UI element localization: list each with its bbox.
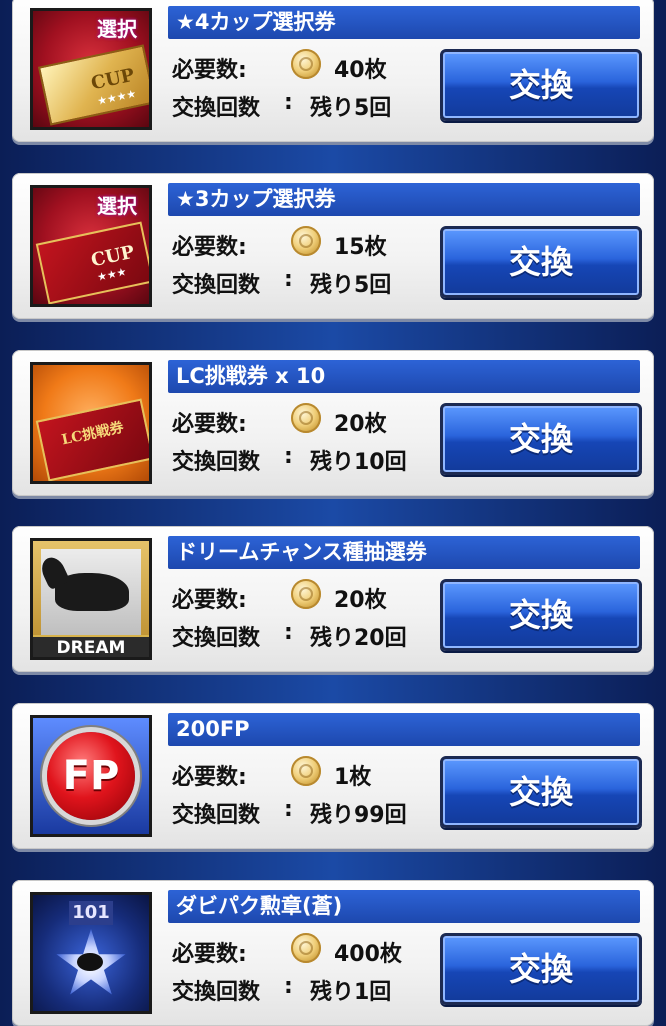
coin-icon — [291, 49, 321, 79]
remaining-count: 残り5回 — [310, 96, 392, 121]
remaining-count: 残り20回 — [310, 626, 407, 651]
fp-icon: FP — [30, 715, 152, 837]
selection-badge: 選択 — [97, 194, 137, 218]
item-title: ダビパク勲章(蒼) — [168, 890, 640, 923]
item-title: ★3カップ選択券 — [168, 183, 640, 216]
required-label: 必要数: — [172, 588, 247, 613]
fp-text: FP — [47, 732, 135, 820]
item-cost: 20枚 — [334, 588, 387, 613]
item-title: ★4カップ選択券 — [168, 6, 640, 39]
required-label: 必要数: — [172, 942, 247, 967]
exchange-item: 101 ダビパク勲章(蒼) 必要数: 400枚 交換回数 : 残り1回 交換 — [12, 880, 654, 1026]
exchange-count-label: 交換回数 — [172, 626, 261, 651]
lc-ticket-icon: LC挑戦券 — [30, 362, 152, 484]
item-cost: 1枚 — [334, 765, 372, 790]
coin-icon — [291, 403, 321, 433]
exchange-item: CUP ★★★★ 選択 ★4カップ選択券 必要数: 40枚 交換回数 : 残り5… — [12, 0, 654, 142]
item-cost: 400枚 — [334, 942, 402, 967]
remaining-count: 残り99回 — [310, 803, 407, 828]
item-title: ドリームチャンス種抽選券 — [168, 536, 640, 569]
exchange-item: DREAM ドリームチャンス種抽選券 必要数: 20枚 交換回数 : 残り20回… — [12, 526, 654, 672]
coin-icon — [291, 933, 321, 963]
required-label: 必要数: — [172, 58, 247, 83]
horse-silhouette — [55, 573, 129, 611]
remaining-count: 残り1回 — [310, 980, 392, 1005]
required-label: 必要数: — [172, 765, 247, 790]
remaining-count: 残り10回 — [310, 450, 407, 475]
medal-ribbon: 101 — [69, 901, 113, 925]
exchange-item: FP 200FP 必要数: 1枚 交換回数 : 残り99回 交換 — [12, 703, 654, 849]
item-title: LC挑戦券 x 10 — [168, 360, 640, 393]
exchange-count-label: 交換回数 — [172, 450, 261, 475]
required-label: 必要数: — [172, 412, 247, 437]
exchange-count-label: 交換回数 — [172, 273, 261, 298]
cup-ticket-icon: CUP ★★★★ 選択 — [30, 8, 152, 130]
exchange-button[interactable]: 交換 — [440, 756, 642, 828]
required-label: 必要数: — [172, 235, 247, 260]
exchange-count-label: 交換回数 — [172, 803, 261, 828]
medal-icon: 101 — [30, 892, 152, 1014]
exchange-button[interactable]: 交換 — [440, 49, 642, 121]
item-cost: 15枚 — [334, 235, 387, 260]
remaining-count: 残り5回 — [310, 273, 392, 298]
exchange-item: LC挑戦券 LC挑戦券 x 10 必要数: 20枚 交換回数 : 残り10回 交… — [12, 350, 654, 496]
dream-ticket-icon: DREAM — [30, 538, 152, 660]
exchange-button[interactable]: 交換 — [440, 933, 642, 1005]
coin-icon — [291, 579, 321, 609]
item-cost: 20枚 — [334, 412, 387, 437]
exchange-button[interactable]: 交換 — [440, 403, 642, 475]
exchange-count-label: 交換回数 — [172, 980, 261, 1005]
colon-separator: : — [284, 797, 293, 822]
cup-ticket-icon: CUP ★★★ 選択 — [30, 185, 152, 307]
colon-separator: : — [284, 444, 293, 469]
selection-badge: 選択 — [97, 17, 137, 41]
coin-icon — [291, 226, 321, 256]
exchange-item: CUP ★★★ 選択 ★3カップ選択券 必要数: 15枚 交換回数 : 残り5回… — [12, 173, 654, 319]
colon-separator: : — [284, 974, 293, 999]
colon-separator: : — [284, 620, 293, 645]
coin-icon — [291, 756, 321, 786]
colon-separator: : — [284, 267, 293, 292]
item-title: 200FP — [168, 713, 640, 746]
exchange-button[interactable]: 交換 — [440, 226, 642, 298]
exchange-button[interactable]: 交換 — [440, 579, 642, 651]
item-cost: 40枚 — [334, 58, 387, 83]
exchange-count-label: 交換回数 — [172, 96, 261, 121]
ticket-text: DREAM — [33, 635, 149, 657]
exchange-item-list: CUP ★★★★ 選択 ★4カップ選択券 必要数: 40枚 交換回数 : 残り5… — [0, 0, 666, 1026]
medal-horse — [77, 953, 103, 971]
colon-separator: : — [284, 90, 293, 115]
